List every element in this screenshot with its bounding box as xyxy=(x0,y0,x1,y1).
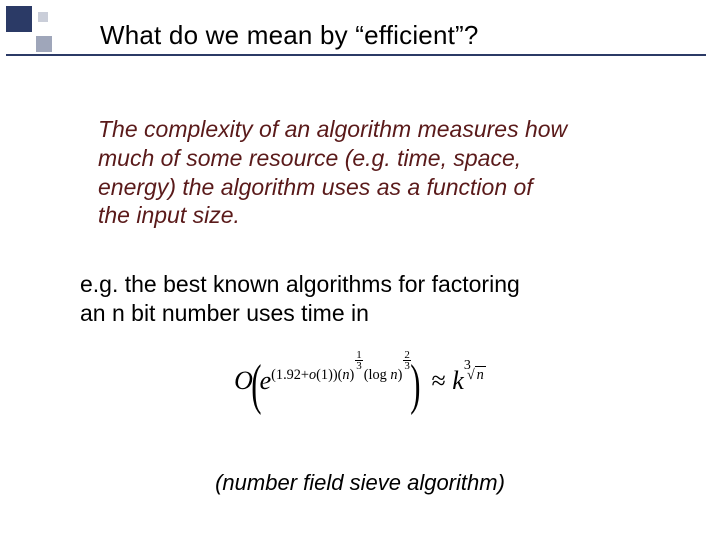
exponent-one-third: 13 xyxy=(355,350,363,371)
example-text: e.g. the best known algorithms for facto… xyxy=(80,270,550,328)
complexity-formula: O(e(1.92+o(1))(n)13(log n)23) ≈ k3√n xyxy=(0,350,720,396)
var-n: n xyxy=(477,367,484,383)
exp-mid: (1))( xyxy=(316,367,342,383)
formula-caption: (number field sieve algorithm) xyxy=(0,470,720,496)
radical-icon: √ xyxy=(467,367,475,383)
square-icon xyxy=(38,12,48,22)
var-k: k xyxy=(452,366,464,395)
log: log xyxy=(369,367,387,383)
definition-text: The complexity of an algorithm measures … xyxy=(98,115,568,230)
var-n: n xyxy=(390,367,397,383)
close-n: ) xyxy=(350,367,355,383)
exp-const: (1.92+ xyxy=(271,367,309,383)
divider xyxy=(6,54,706,56)
approx-icon: ≈ xyxy=(431,366,445,395)
big-o: O xyxy=(234,366,253,395)
square-icon xyxy=(6,6,32,32)
var-n: n xyxy=(342,367,349,383)
slide-title: What do we mean by “efficient”? xyxy=(100,20,479,51)
square-icon xyxy=(36,36,52,52)
